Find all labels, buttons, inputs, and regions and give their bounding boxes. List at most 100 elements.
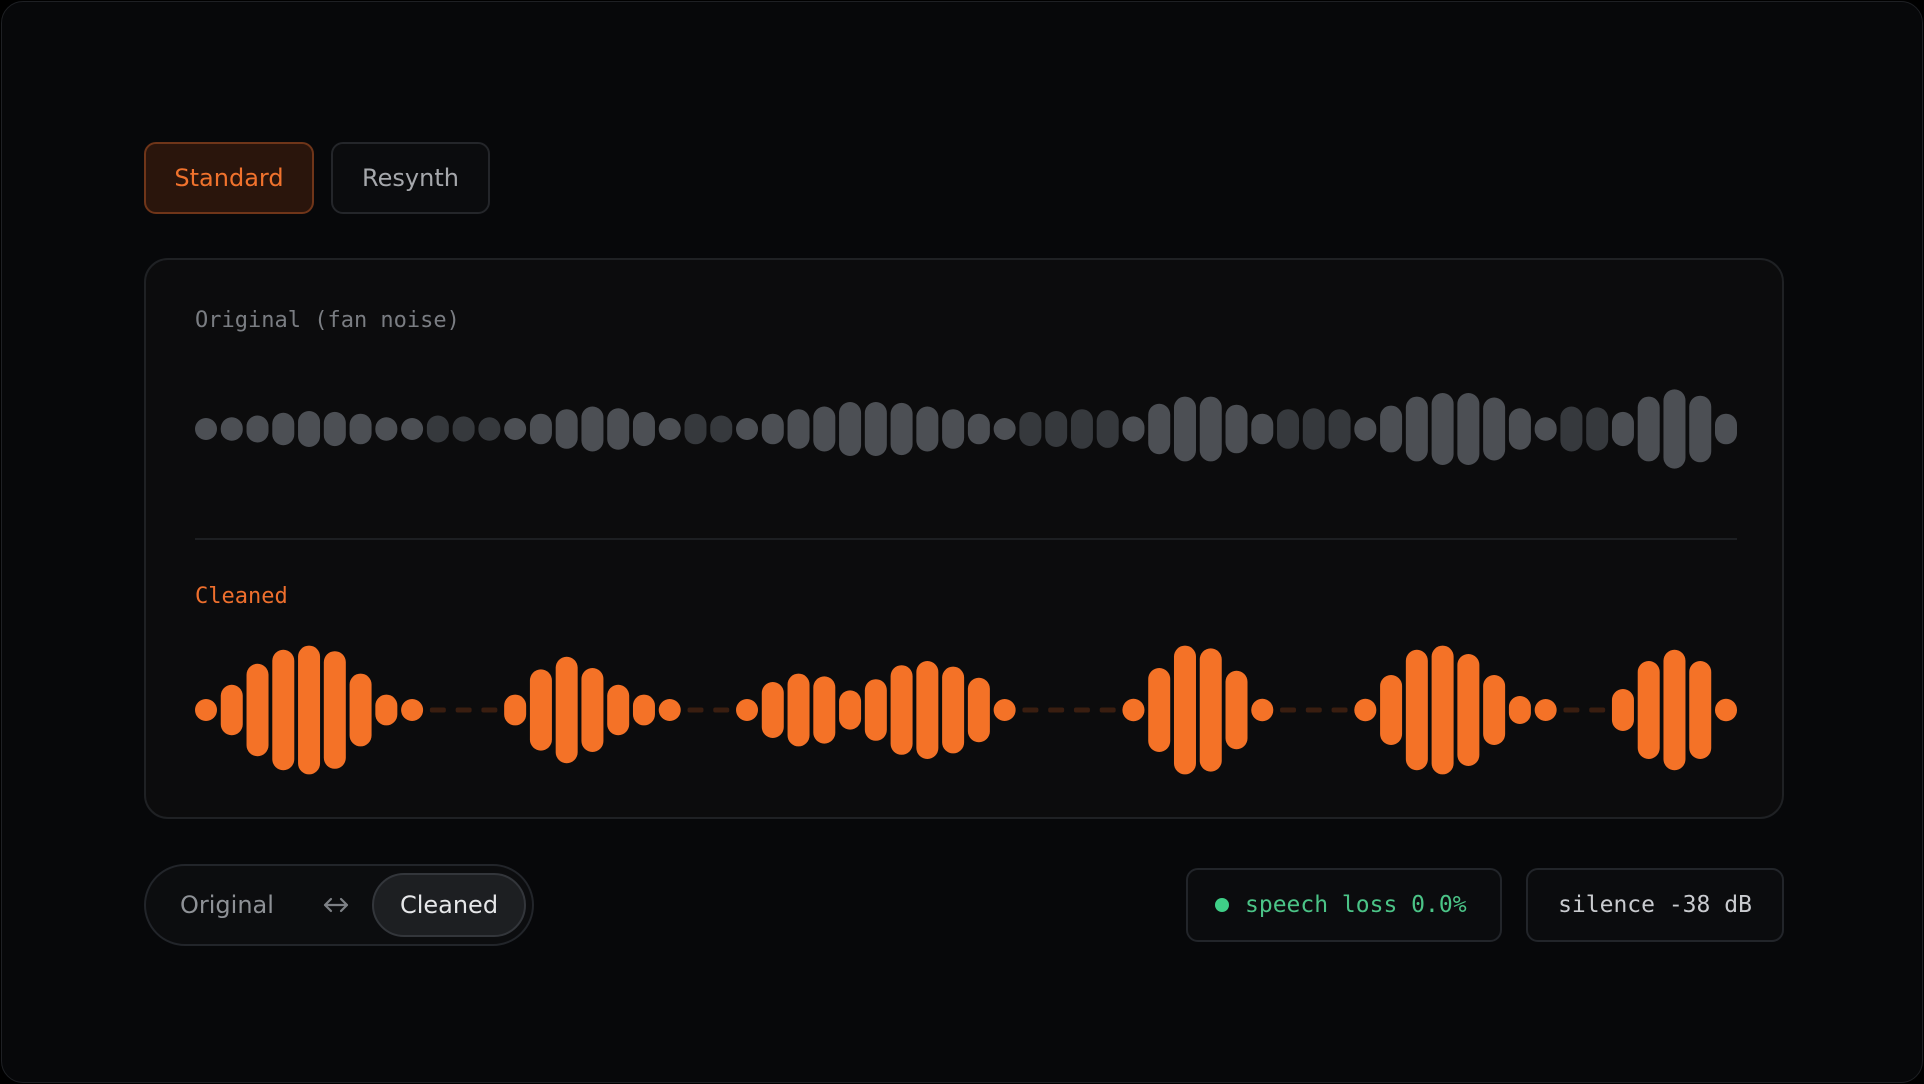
cleaned-waveform-bar bbox=[813, 676, 836, 744]
ab-toggle: Original Cleaned bbox=[144, 864, 534, 946]
original-waveform-bar bbox=[813, 406, 836, 452]
speech-loss-text: speech loss 0.0% bbox=[1245, 892, 1467, 918]
cleaned-waveform-bar bbox=[272, 649, 295, 771]
cleaned-waveform-bar bbox=[1405, 649, 1428, 771]
cleaned-waveform-bar bbox=[1251, 698, 1274, 722]
cleaned-waveform-bar bbox=[658, 699, 681, 721]
cleaned-waveform-bar bbox=[246, 663, 269, 757]
silence-gap-mark bbox=[687, 707, 704, 713]
cleaned-waveform-bar bbox=[401, 699, 424, 721]
original-waveform-bar bbox=[710, 415, 733, 443]
cleaned-waveform-bar bbox=[581, 668, 604, 752]
original-waveform-bar bbox=[504, 418, 527, 440]
original-track-label: Original (fan noise) bbox=[195, 308, 460, 333]
silence-gap-mark bbox=[481, 707, 498, 713]
original-waveform-bar bbox=[993, 418, 1016, 440]
cleaned-waveform-bar bbox=[529, 669, 552, 751]
toggle-original-option[interactable]: Original bbox=[180, 866, 274, 944]
original-waveform-bar bbox=[349, 413, 372, 445]
original-waveform-bar bbox=[555, 409, 578, 449]
original-waveform-bar bbox=[426, 415, 449, 443]
original-waveform bbox=[195, 379, 1737, 479]
original-waveform-bar bbox=[1070, 409, 1093, 449]
cleaned-waveform bbox=[195, 635, 1737, 785]
cleaned-track-label: Cleaned bbox=[195, 584, 288, 609]
cleaned-waveform-bar bbox=[993, 699, 1016, 721]
original-waveform-bar bbox=[529, 413, 552, 445]
cleaned-waveform-bar bbox=[1689, 661, 1712, 759]
silence-gap-mark bbox=[1022, 707, 1039, 713]
cleaned-waveform-bar bbox=[607, 684, 630, 736]
mode-standard-button[interactable]: Standard bbox=[144, 142, 314, 214]
cleaned-waveform-bar bbox=[1483, 675, 1506, 745]
original-waveform-bar bbox=[1405, 396, 1428, 462]
cleaned-waveform-bar bbox=[632, 694, 655, 726]
original-waveform-svg bbox=[195, 389, 1737, 469]
silence-gap-mark bbox=[455, 707, 472, 713]
original-waveform-bar bbox=[246, 415, 269, 443]
cleaned-waveform-bar bbox=[1663, 649, 1686, 771]
original-waveform-bar bbox=[632, 411, 655, 447]
silence-gap-mark bbox=[1589, 707, 1606, 713]
swap-horizontal-icon[interactable] bbox=[321, 891, 351, 919]
original-waveform-bar bbox=[1199, 396, 1222, 462]
cleaned-waveform-bar bbox=[1431, 645, 1454, 775]
cleaned-waveform-bar bbox=[1508, 696, 1531, 724]
original-waveform-bar bbox=[272, 412, 295, 446]
silence-text: silence -38 dB bbox=[1558, 892, 1752, 918]
original-waveform-bar bbox=[1457, 393, 1480, 465]
cleaned-waveform-bar bbox=[375, 694, 398, 726]
toggle-cleaned-option[interactable]: Cleaned bbox=[372, 873, 526, 937]
original-waveform-bar bbox=[581, 406, 604, 452]
cleaned-waveform-bar bbox=[1534, 699, 1557, 721]
original-waveform-bar bbox=[298, 411, 321, 447]
cleaned-waveform-bar bbox=[736, 699, 759, 721]
waveform-panel: Original (fan noise) Cleaned bbox=[144, 258, 1784, 819]
original-waveform-bar bbox=[478, 417, 501, 441]
silence-gap-mark bbox=[713, 707, 730, 713]
original-waveform-bar bbox=[1173, 396, 1196, 462]
cleaned-waveform-bar bbox=[839, 690, 862, 730]
original-waveform-bar bbox=[375, 417, 398, 441]
mode-resynth-button[interactable]: Resynth bbox=[331, 142, 490, 214]
cleaned-waveform-bar bbox=[1457, 654, 1480, 766]
original-waveform-bar bbox=[1019, 411, 1042, 447]
cleaned-waveform-bar bbox=[1354, 698, 1377, 722]
original-waveform-bar bbox=[942, 409, 965, 449]
original-waveform-bar bbox=[1534, 417, 1557, 441]
cleaned-waveform-bar bbox=[1637, 661, 1660, 759]
cleaned-waveform-bar bbox=[555, 656, 578, 764]
silence-gap-mark bbox=[1280, 707, 1297, 713]
cleaned-waveform-bar bbox=[1715, 698, 1737, 722]
mode-selector: Standard Resynth bbox=[144, 142, 490, 214]
original-waveform-bar bbox=[452, 416, 475, 442]
original-waveform-bar bbox=[1689, 395, 1712, 463]
original-waveform-bar bbox=[1302, 408, 1325, 450]
cleaned-waveform-bar bbox=[942, 666, 965, 754]
original-waveform-bar bbox=[1096, 410, 1119, 448]
silence-gap-mark bbox=[1048, 707, 1065, 713]
speech-loss-badge: speech loss 0.0% bbox=[1186, 868, 1502, 942]
silence-gap-mark bbox=[429, 707, 446, 713]
cleaned-waveform-bar bbox=[504, 694, 527, 726]
cleaned-waveform-bar bbox=[1173, 645, 1196, 775]
original-waveform-bar bbox=[1045, 411, 1068, 447]
original-waveform-bar bbox=[761, 413, 784, 445]
original-waveform-bar bbox=[1586, 407, 1609, 451]
status-dot-icon bbox=[1215, 898, 1229, 912]
original-waveform-bar bbox=[607, 408, 630, 450]
original-waveform-bar bbox=[1225, 404, 1248, 454]
cleaned-waveform-bar bbox=[1225, 670, 1248, 750]
cleaned-waveform-bar bbox=[323, 651, 346, 769]
original-waveform-bar bbox=[1328, 409, 1351, 449]
original-waveform-bar bbox=[1508, 408, 1531, 450]
cleaned-waveform-bar bbox=[787, 673, 810, 747]
cleaned-waveform-svg bbox=[195, 645, 1737, 775]
cleaned-waveform-bar bbox=[220, 684, 243, 736]
original-waveform-bar bbox=[787, 409, 810, 449]
original-waveform-bar bbox=[736, 418, 759, 440]
cleaned-waveform-bar bbox=[1199, 648, 1222, 772]
original-waveform-bar bbox=[323, 411, 346, 447]
cleaned-waveform-bar bbox=[1148, 668, 1171, 752]
cleaned-waveform-bar bbox=[1380, 675, 1403, 745]
